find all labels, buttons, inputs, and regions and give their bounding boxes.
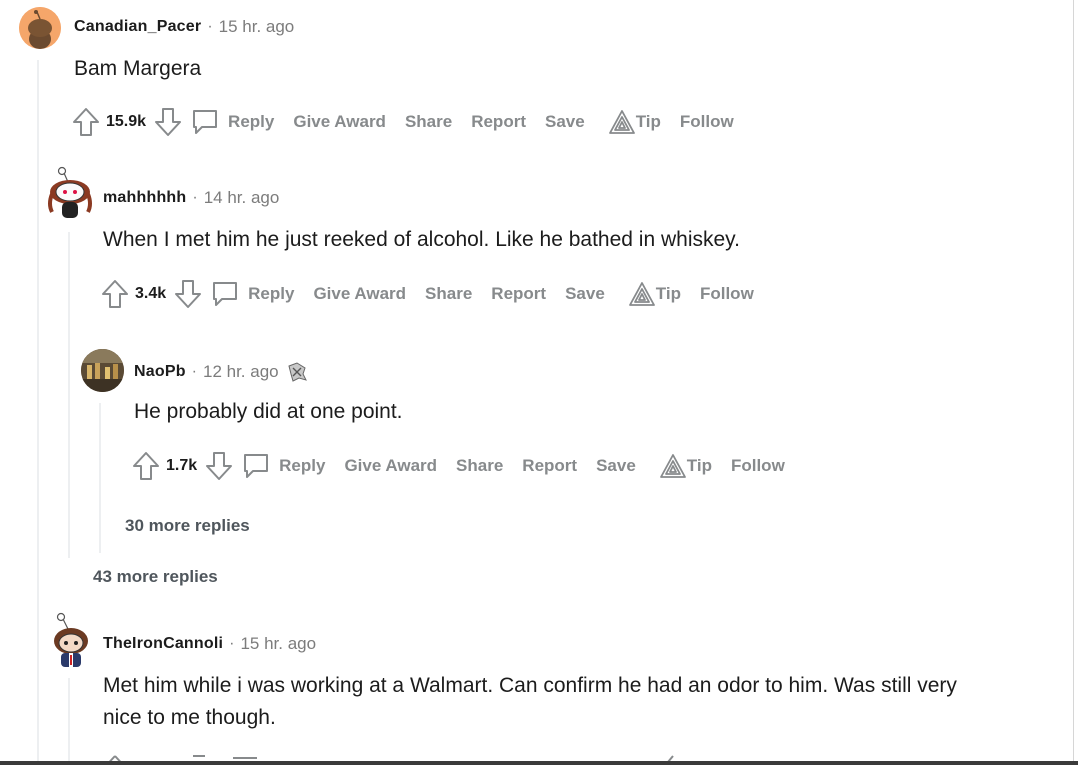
thread-line-level-1b[interactable] xyxy=(68,678,70,765)
follow-button[interactable]: Follow xyxy=(680,112,734,132)
vote-score: 1.7k xyxy=(166,457,198,474)
window-bottom-edge xyxy=(0,761,1078,765)
reply-label: Reply xyxy=(228,112,275,131)
username[interactable]: mahhhhhh xyxy=(103,189,186,207)
comment-body: Met him while i was working at a Walmart… xyxy=(103,674,957,729)
comment-body: He probably did at one point. xyxy=(134,400,403,423)
comment-bubble-icon xyxy=(193,110,218,134)
upvote-icon[interactable] xyxy=(101,279,129,309)
tip-button[interactable]: Tip xyxy=(628,281,681,307)
tip-label: Tip xyxy=(655,284,681,303)
thread-line-level-1[interactable] xyxy=(68,232,70,558)
comment-meta: mahhhhhh · 14 hr. ago xyxy=(103,188,279,208)
award-badge-icon[interactable] xyxy=(285,360,309,384)
username[interactable]: NaoPb xyxy=(134,363,186,381)
comment-bubble-icon xyxy=(213,282,238,306)
snoo-avatar-icon xyxy=(54,612,88,667)
tip-label: Tip xyxy=(686,456,712,475)
tip-triangle-icon xyxy=(628,282,655,306)
comment-actions: 1.7k Reply Give Award Share Report Save … xyxy=(132,449,804,483)
reply-label: Reply xyxy=(248,284,295,303)
comment-bubble-icon xyxy=(244,454,269,478)
comment-actions: 15.9k Reply Give Award Share Report Save… xyxy=(72,105,753,139)
tip-label: Tip xyxy=(635,112,661,131)
separator: · xyxy=(192,189,198,206)
report-button[interactable]: Report xyxy=(471,112,526,132)
tip-button[interactable]: Tip xyxy=(659,453,712,479)
avatar[interactable] xyxy=(48,609,94,669)
share-button[interactable]: Share xyxy=(456,456,503,476)
tip-triangle-icon xyxy=(608,110,635,134)
give-award-button[interactable]: Give Award xyxy=(293,112,386,132)
upvote-icon[interactable] xyxy=(72,107,100,137)
upvote-icon[interactable] xyxy=(132,451,160,481)
share-button[interactable]: Share xyxy=(405,112,452,132)
reply-button[interactable]: Reply xyxy=(241,451,325,481)
comment-body: When I met him he just reeked of alcohol… xyxy=(103,228,740,251)
more-replies-link[interactable]: 30 more replies xyxy=(125,516,250,536)
comment-meta: TheIronCannoli · 15 hr. ago xyxy=(103,634,316,654)
reply-button[interactable]: Reply xyxy=(190,107,274,137)
give-award-button[interactable]: Give Award xyxy=(313,284,406,304)
avatar[interactable] xyxy=(81,349,124,392)
comment-meta: NaoPb · 12 hr. ago xyxy=(134,360,309,384)
reply-label: Reply xyxy=(279,456,326,475)
separator: · xyxy=(229,635,235,652)
tip-button[interactable]: Tip xyxy=(608,109,661,135)
separator: · xyxy=(207,18,213,35)
username[interactable]: Canadian_Pacer xyxy=(74,18,201,36)
comment-meta: Canadian_Pacer · 15 hr. ago xyxy=(74,17,294,37)
snoo-avatar-icon xyxy=(48,166,92,218)
save-button[interactable]: Save xyxy=(596,456,636,476)
save-button[interactable]: Save xyxy=(565,284,605,304)
report-button[interactable]: Report xyxy=(522,456,577,476)
vote-score: 3.4k xyxy=(135,285,167,302)
tip-triangle-icon xyxy=(659,454,686,478)
reply-button[interactable]: Reply xyxy=(210,279,294,309)
snoo-avatar-icon xyxy=(19,7,61,49)
downvote-icon[interactable] xyxy=(154,107,182,137)
give-award-button[interactable]: Give Award xyxy=(344,456,437,476)
avatar[interactable] xyxy=(19,7,61,49)
scrollbar[interactable] xyxy=(1073,0,1074,765)
comment-actions: 3.4k Reply Give Award Share Report Save … xyxy=(101,277,773,311)
avatar[interactable] xyxy=(46,164,94,220)
photo-avatar-icon xyxy=(81,349,124,392)
more-replies-link[interactable]: 43 more replies xyxy=(93,567,218,587)
vote-score: 15.9k xyxy=(106,113,147,130)
share-button[interactable]: Share xyxy=(425,284,472,304)
thread-line-level-2[interactable] xyxy=(99,403,101,553)
timestamp[interactable]: 14 hr. ago xyxy=(204,188,280,208)
downvote-icon[interactable] xyxy=(174,279,202,309)
timestamp[interactable]: 12 hr. ago xyxy=(203,362,279,382)
downvote-icon[interactable] xyxy=(205,451,233,481)
follow-button[interactable]: Follow xyxy=(731,456,785,476)
timestamp[interactable]: 15 hr. ago xyxy=(240,634,316,654)
comment-body: Bam Margera xyxy=(74,57,202,80)
timestamp[interactable]: 15 hr. ago xyxy=(219,17,295,37)
username[interactable]: TheIronCannoli xyxy=(103,635,223,653)
report-button[interactable]: Report xyxy=(491,284,546,304)
thread-line-level-0[interactable] xyxy=(37,60,39,765)
separator: · xyxy=(191,363,197,380)
save-button[interactable]: Save xyxy=(545,112,585,132)
follow-button[interactable]: Follow xyxy=(700,284,754,304)
